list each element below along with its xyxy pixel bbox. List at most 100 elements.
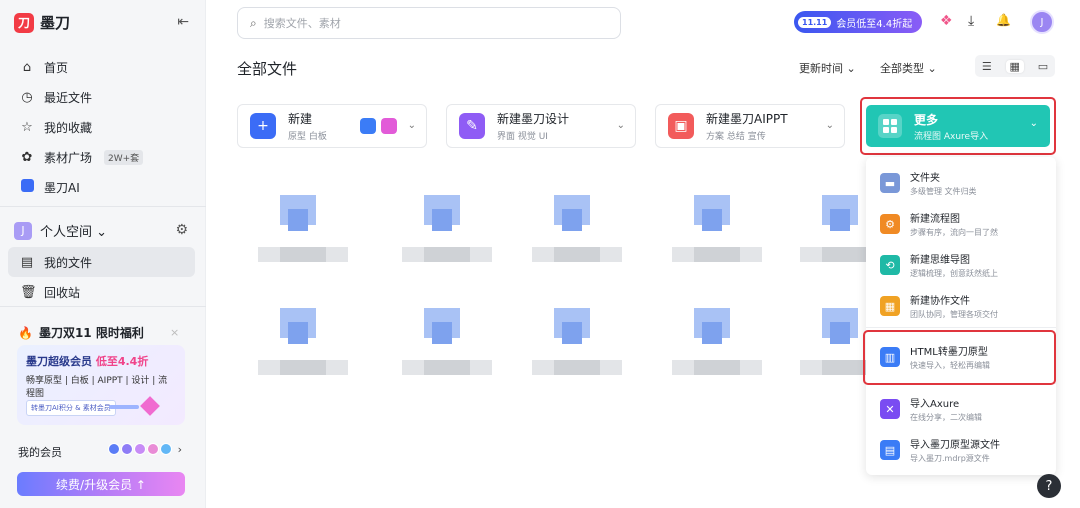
file-thumbnail[interactable] <box>800 308 868 383</box>
whiteboard-icon[interactable] <box>381 118 397 134</box>
flowchart-icon: ⚙ <box>880 214 900 234</box>
clock-icon: ◷ <box>21 89 33 105</box>
divider <box>866 327 1056 328</box>
card-title: 新建 <box>288 112 313 126</box>
chevron-right-icon: › <box>177 443 182 456</box>
bell-icon[interactable]: 🔔 <box>996 13 1011 27</box>
card-subtitle: 原型 白板 <box>288 132 327 142</box>
html-import-highlight <box>863 330 1056 385</box>
new-prototype-card[interactable]: + 新建 原型 白板 ⌄ <box>237 104 427 148</box>
nav-item-ai[interactable]: 墨刀AI <box>8 172 198 202</box>
menu-item-subtitle: 逻辑梳理，创意跃然纸上 <box>910 269 998 278</box>
board-view-icon[interactable]: ▭ <box>1038 60 1048 73</box>
card-title: 新建墨刀AIPPT <box>706 112 788 126</box>
fire-icon: 🔥 <box>18 325 33 340</box>
member-label: 我的会员 <box>18 446 62 459</box>
new-aippt-card[interactable]: ▣ 新建墨刀AIPPT 方案 总结 宣传 ⌄ <box>655 104 845 148</box>
menu-item-subtitle: 步骤有序，流向一目了然 <box>910 228 998 237</box>
menu-item-subtitle: 团队协同，管理各项交付 <box>910 310 998 319</box>
file-thumbnail[interactable] <box>672 308 762 383</box>
promo-card[interactable]: 墨刀超级会员 低至4.4折 畅享原型 | 白板 | AIPPT | 设计 | 流… <box>17 345 185 425</box>
more-create-card-highlight: 更多 流程图 Axure导入 ⌄ <box>860 97 1056 155</box>
menu-item-mdrp-import[interactable]: ▤ 导入墨刀原型源文件 导入墨刀.mdrp源文件 <box>880 436 1000 464</box>
user-avatar[interactable]: J <box>1030 10 1054 34</box>
menu-item-subtitle: 导入墨刀.mdrp源文件 <box>910 454 990 463</box>
logo-text: 墨刀 <box>40 14 71 32</box>
vip-promo-button[interactable]: 11.11 会员低至4.4折起 <box>794 11 922 33</box>
nav-item-trash[interactable]: 🗑 回收站 <box>8 277 195 307</box>
menu-item-subtitle: 多级管理 文件归类 <box>910 187 977 196</box>
file-thumbnail[interactable] <box>258 195 348 270</box>
nav-item-label: 回收站 <box>44 285 81 300</box>
divider <box>0 306 206 307</box>
menu-item-collab-file[interactable]: ▦ 新建协作文件 团队协同，管理各项交付 <box>880 292 998 320</box>
home-icon: ⌂ <box>22 59 32 75</box>
mindmap-icon: ⟲ <box>880 255 900 275</box>
new-design-card[interactable]: ✎ 新建墨刀设计 界面 视觉 UI ⌄ <box>446 104 636 148</box>
file-thumbnail[interactable] <box>532 195 622 270</box>
nav-item-label: 最近文件 <box>44 90 93 105</box>
personal-space-selector[interactable]: J 个人空间 ⌄ ⚙ <box>14 221 192 240</box>
renew-upgrade-button[interactable]: 续费/升级会员 ↑ <box>17 472 185 496</box>
logo[interactable]: 刀 墨刀 <box>14 12 70 33</box>
menu-item-axure-import[interactable]: ✕ 导入Axure 在线分享，二次编辑 <box>880 395 982 423</box>
plus-icon: + <box>250 113 276 139</box>
file-thumbnail[interactable] <box>402 195 492 270</box>
menu-item-title: 新建流程图 <box>910 214 960 225</box>
settings-gear-icon[interactable]: ⚙ <box>175 222 188 238</box>
more-create-button[interactable]: 更多 流程图 Axure导入 ⌄ <box>866 105 1050 147</box>
chevron-down-icon[interactable]: ⌄ <box>408 120 416 131</box>
collapse-sidebar-icon[interactable]: ⇤ <box>177 14 189 30</box>
nav-item-home[interactable]: ⌂ 首页 <box>8 52 198 82</box>
menu-item-mindmap[interactable]: ⟲ 新建思维导图 逻辑梳理，创意跃然纸上 <box>880 251 998 279</box>
sort-dropdown[interactable]: 更新时间 ⌄ <box>799 60 856 76</box>
nav-item-materials[interactable]: ✿ 素材广场 2W+套 <box>8 142 198 172</box>
double-eleven-badge: 11.11 <box>798 16 832 28</box>
download-icon[interactable]: ⤓ <box>968 13 974 29</box>
ai-icon <box>20 178 34 196</box>
promo-title-text: 墨刀双11 限时福利 <box>38 326 144 340</box>
nav-item-favorites[interactable]: ☆ 我的收藏 <box>8 112 198 142</box>
list-view-icon[interactable]: ☰ <box>982 60 992 73</box>
grid-view-icon[interactable]: ▦ <box>1005 59 1024 73</box>
mdrp-file-icon: ▤ <box>880 440 900 460</box>
menu-item-flowchart[interactable]: ⚙ 新建流程图步骤有序，流向一目了然 <box>880 210 998 238</box>
nav-item-my-files[interactable]: ▤ 我的文件 <box>8 247 195 277</box>
type-filter-dropdown[interactable]: 全部类型 ⌄ <box>880 60 937 76</box>
file-thumbnail[interactable] <box>672 195 762 270</box>
file-thumbnail[interactable] <box>800 195 868 270</box>
chevron-down-icon[interactable]: ⌄ <box>826 120 834 131</box>
prototype-icon[interactable] <box>360 118 376 134</box>
space-avatar: J <box>14 221 32 240</box>
space-label: 个人空间 ⌄ <box>40 225 108 240</box>
close-icon[interactable]: × <box>170 326 179 339</box>
pen-icon: ✎ <box>459 113 485 139</box>
menu-item-title: 新建协作文件 <box>910 296 970 307</box>
help-icon[interactable]: ? <box>1037 474 1061 498</box>
grid-icon <box>878 114 902 138</box>
chevron-down-icon[interactable]: ⌄ <box>617 120 625 131</box>
nav-item-label: 我的收藏 <box>44 120 93 135</box>
view-toggle: ☰ ▦ ▭ <box>975 55 1055 77</box>
file-thumbnail[interactable] <box>258 308 348 383</box>
menu-item-folder[interactable]: ▬ 文件夹 多级管理 文件归类 <box>880 169 977 197</box>
logo-icon: 刀 <box>14 12 34 33</box>
divider <box>0 206 206 207</box>
folder-icon: ▬ <box>880 173 900 193</box>
search-input[interactable]: ⌕ 搜索文件、素材 <box>237 7 621 39</box>
more-dropdown-menu: ▬ 文件夹 多级管理 文件归类 ⚙ 新建流程图步骤有序，流向一目了然 ⟲ 新建思维… <box>866 157 1056 475</box>
nav-item-label: 墨刀AI <box>44 180 80 195</box>
promo-chip: 转墨刀AI积分 & 素材会员 <box>26 400 116 416</box>
gift-icon[interactable]: ❖ <box>940 13 953 29</box>
file-icon: ▤ <box>20 254 34 270</box>
my-membership-row[interactable]: 我的会员 › <box>18 443 186 460</box>
promo-diamond-icon <box>140 396 160 416</box>
file-thumbnail[interactable] <box>532 308 622 383</box>
member-benefit-icons <box>108 443 172 455</box>
nav-item-recent[interactable]: ◷ 最近文件 <box>8 82 198 112</box>
nav-item-label: 素材广场 <box>44 150 93 165</box>
file-thumbnail[interactable] <box>402 308 492 383</box>
star-icon: ☆ <box>21 119 33 135</box>
materials-count-badge: 2W+套 <box>104 149 144 165</box>
more-subtitle: 流程图 Axure导入 <box>914 131 989 142</box>
